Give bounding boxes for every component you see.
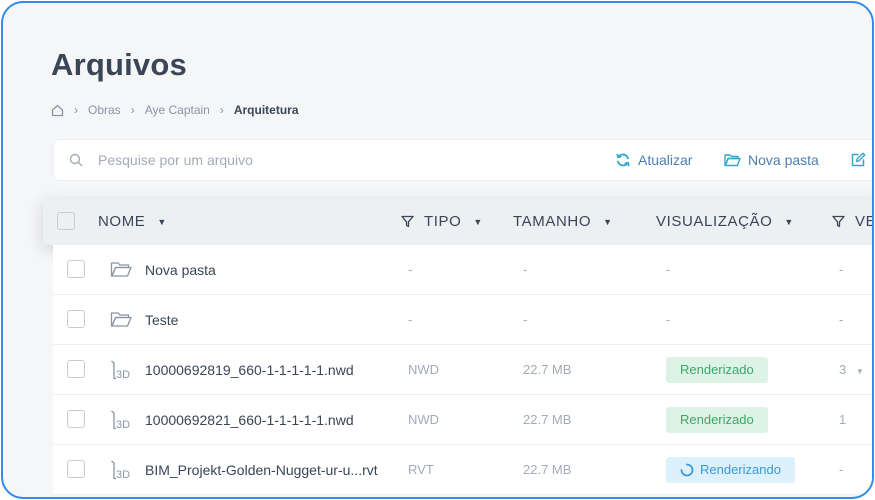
edit-button[interactable] — [850, 152, 872, 168]
breadcrumb-item-obras[interactable]: Obras — [88, 103, 121, 117]
home-icon[interactable] — [51, 104, 64, 117]
file-3d-icon: 3D — [110, 359, 136, 386]
file-type: NWD — [408, 412, 440, 427]
app-window: Arquivos › Obras › Aye Captain › Arquite… — [1, 1, 874, 499]
row-checkbox[interactable] — [67, 410, 85, 428]
file-version: - — [839, 312, 844, 327]
column-name-label: NOME — [98, 213, 146, 230]
column-header-name[interactable]: NOME ▼ — [98, 213, 167, 230]
file-3d-icon: 3D — [110, 459, 136, 486]
refresh-button[interactable]: Atualizar — [615, 152, 692, 168]
column-header-type[interactable]: TIPO ▼ — [401, 213, 483, 230]
file-type: NWD — [408, 362, 440, 377]
file-toolbar: Atualizar Nova pasta — [53, 139, 872, 181]
file-type: - — [408, 312, 413, 327]
column-view-label: VISUALIZAÇÃO — [656, 213, 773, 230]
status-badge-rendered: Renderizado — [666, 407, 768, 433]
folder-icon — [110, 309, 132, 334]
row-checkbox[interactable] — [67, 260, 85, 278]
caret-down-icon: ▼ — [473, 216, 483, 227]
table-row[interactable]: 3D 10000692819_660-1-1-1-1-1.nwd NWD 22.… — [53, 345, 872, 395]
file-size: - — [523, 262, 528, 277]
page-title: Arquivos — [51, 47, 187, 82]
row-checkbox[interactable] — [67, 310, 85, 328]
chevron-right-icon: › — [74, 103, 78, 117]
edit-icon — [851, 152, 866, 167]
table-row[interactable]: Nova pasta - - - - — [53, 245, 872, 295]
status-label: Renderizando — [700, 462, 781, 477]
caret-down-icon: ▼ — [784, 216, 794, 227]
filter-icon[interactable] — [401, 215, 414, 228]
breadcrumb-item-project[interactable]: Aye Captain — [145, 103, 210, 117]
file-type: RVT — [408, 462, 434, 477]
file-3d-icon: 3D — [110, 409, 136, 436]
new-folder-label: Nova pasta — [748, 152, 819, 168]
status-badge-rendered: Renderizado — [666, 357, 768, 383]
column-size-label: TAMANHO — [513, 213, 592, 230]
breadcrumb-item-current: Arquitetura — [233, 103, 299, 117]
filter-icon[interactable] — [832, 215, 845, 228]
file-status: - — [666, 312, 671, 327]
file-name[interactable]: BIM_Projekt-Golden-Nugget-ur-u...rvt — [145, 462, 378, 478]
select-all-checkbox[interactable] — [57, 212, 75, 230]
file-size: 22.7 MB — [523, 412, 572, 427]
new-folder-button[interactable]: Nova pasta — [724, 152, 819, 168]
file-size: 22.7 MB — [523, 462, 572, 477]
chevron-right-icon: › — [130, 103, 135, 117]
chevron-right-icon: › — [219, 103, 224, 117]
file-version: 1 — [839, 412, 847, 427]
file-size: 22.7 MB — [523, 362, 572, 377]
table-row[interactable]: Teste - - - - — [53, 295, 872, 345]
table-header: NOME ▼ TIPO ▼ TAMANHO ▼ VISUALIZAÇÃO ▼ V… — [43, 199, 872, 245]
column-version-label: VE — [855, 213, 872, 230]
file-type: - — [408, 262, 413, 277]
folder-open-icon — [724, 154, 741, 167]
file-name[interactable]: Nova pasta — [145, 262, 216, 278]
spinner-icon — [680, 463, 694, 477]
svg-text:3D: 3D — [116, 469, 130, 481]
row-checkbox[interactable] — [67, 360, 85, 378]
caret-down-icon: ▼ — [603, 216, 613, 227]
column-header-size[interactable]: TAMANHO ▼ — [513, 213, 613, 230]
status-badge-rendering: Renderizando — [666, 457, 795, 483]
breadcrumb: › Obras › Aye Captain › Arquitetura — [51, 102, 299, 118]
column-header-version[interactable]: VE — [832, 213, 872, 230]
search-input[interactable] — [98, 150, 498, 170]
version-select[interactable]: 3 ▼ — [839, 362, 864, 377]
file-version: - — [839, 262, 844, 277]
file-size: - — [523, 312, 528, 327]
file-status: - — [666, 262, 671, 277]
column-header-view[interactable]: VISUALIZAÇÃO ▼ — [656, 213, 794, 230]
table-row[interactable]: 3D 10000692821_660-1-1-1-1-1.nwd NWD 22.… — [53, 395, 872, 445]
file-version: - — [839, 462, 844, 477]
folder-icon — [110, 259, 132, 284]
svg-text:3D: 3D — [116, 419, 130, 431]
refresh-label: Atualizar — [638, 152, 693, 168]
svg-text:3D: 3D — [116, 369, 130, 381]
refresh-icon — [616, 153, 630, 167]
caret-down-icon: ▼ — [855, 367, 864, 376]
column-type-label: TIPO — [424, 213, 462, 230]
file-name[interactable]: Teste — [145, 312, 178, 328]
file-name[interactable]: 10000692821_660-1-1-1-1-1.nwd — [145, 412, 354, 428]
file-version: 3 — [839, 362, 847, 377]
caret-down-icon: ▼ — [157, 216, 167, 227]
row-checkbox[interactable] — [67, 460, 85, 478]
table-row[interactable]: 3D BIM_Projekt-Golden-Nugget-ur-u...rvt … — [53, 445, 872, 495]
file-name[interactable]: 10000692819_660-1-1-1-1-1.nwd — [145, 362, 354, 378]
search-icon — [69, 153, 83, 172]
